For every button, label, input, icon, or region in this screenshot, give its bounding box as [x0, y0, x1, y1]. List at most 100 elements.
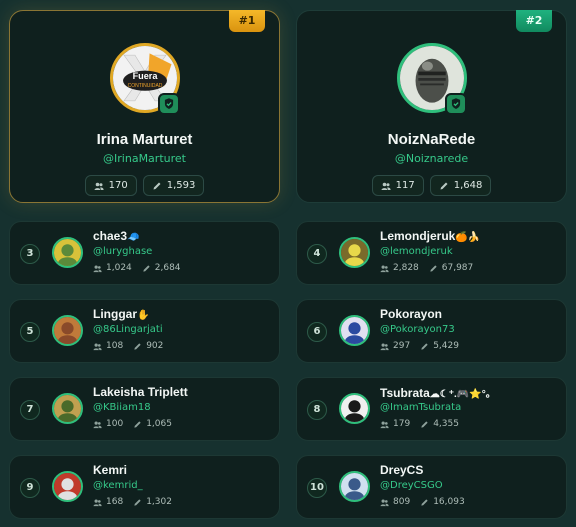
pencil-icon: [421, 498, 428, 506]
user-name-text: chae3: [93, 229, 128, 243]
user-name[interactable]: Linggar✋: [93, 307, 149, 321]
user-name-emoji: ☁☾⁺.🎮⭐°｡: [429, 389, 491, 400]
users-icon: [380, 265, 389, 272]
followers-count: 2,828: [393, 263, 419, 273]
user-name[interactable]: DreyCS: [380, 463, 423, 477]
user-name[interactable]: chae3🧢: [93, 229, 139, 243]
pencil-icon: [143, 264, 150, 272]
avatar-image: [54, 239, 81, 266]
user-name-emoji: ✋: [137, 310, 150, 321]
avatar[interactable]: [52, 237, 83, 268]
posts-stat: 16,093: [420, 497, 465, 507]
user-name[interactable]: Kemri: [93, 463, 127, 477]
users-icon: [94, 182, 104, 190]
followers-stat: 179: [380, 419, 410, 429]
stats-row: 108 902: [93, 341, 163, 351]
user-handle[interactable]: @86Lingarjati: [93, 324, 163, 335]
followers-count: 108: [106, 341, 124, 351]
user-name[interactable]: NoizNaRede: [297, 131, 566, 148]
avatar-image: [54, 395, 81, 422]
rank-number: 6: [307, 322, 327, 342]
user-name-emoji: 🍊🍌: [455, 232, 481, 243]
posts-count: 902: [146, 341, 164, 351]
leaderboard-card-rank-5[interactable]: 5 Linggar✋ @86Lingarjati 108 902: [9, 299, 280, 363]
user-handle[interactable]: @luryghase: [93, 246, 152, 257]
posts-stat: 902: [133, 341, 163, 351]
followers-count: 168: [106, 497, 124, 507]
rank-number: 9: [20, 478, 40, 498]
followers-stat: 297: [380, 341, 410, 351]
avatar-image: [341, 395, 368, 422]
avatar[interactable]: [52, 471, 83, 502]
user-handle[interactable]: @lemondjeruk: [380, 246, 453, 257]
user-handle[interactable]: @KBiiam18: [93, 402, 151, 413]
pencil-icon: [134, 342, 141, 350]
pencil-icon: [421, 342, 428, 350]
user-name[interactable]: Lemondjeruk🍊🍌: [380, 229, 480, 243]
user-handle[interactable]: @Noiznarede: [297, 152, 566, 165]
posts-count: 4,355: [433, 419, 459, 429]
leaderboard-card-rank-6[interactable]: 6 Pokorayon @Pokorayon73 297 5,429: [296, 299, 567, 363]
user-name[interactable]: Pokorayon: [380, 307, 442, 321]
pencil-icon: [430, 264, 437, 272]
users-icon: [380, 421, 389, 428]
posts-count: 2,684: [154, 263, 181, 273]
users-icon: [380, 499, 389, 506]
leaderboard-card-rank-7[interactable]: 7 Lakeisha Triplett @KBiiam18 100 1,065: [9, 377, 280, 441]
avatar[interactable]: [339, 315, 370, 346]
user-name[interactable]: Tsubrata☁☾⁺.🎮⭐°｡: [380, 385, 491, 400]
stats-row: 100 1,065: [93, 419, 172, 429]
rank-number: 3: [20, 244, 40, 264]
leaderboard-card-rank-9[interactable]: 9 Kemri @kemrid_ 168 1,302: [9, 455, 280, 519]
stats-row: 809 16,093: [380, 497, 465, 507]
avatar[interactable]: [52, 315, 83, 346]
leaderboard-card-rank-8[interactable]: 8 Tsubrata☁☾⁺.🎮⭐°｡ @ImamTsubrata 179 4,3…: [296, 377, 567, 441]
leaderboard-card-rank-10[interactable]: 10 DreyCS @DreyCSGO 809 16,093: [296, 455, 567, 519]
followers-count: 100: [106, 419, 124, 429]
rank-number: 8: [307, 400, 327, 420]
stats-row: 2,828 67,987: [380, 263, 473, 273]
pencil-icon: [421, 420, 428, 428]
posts-count: 5,429: [433, 341, 459, 351]
followers-stat: 2,828: [380, 263, 419, 273]
leaderboard-card-rank-4[interactable]: 4 Lemondjeruk🍊🍌 @lemondjeruk 2,828 67,98…: [296, 221, 567, 285]
posts-stat: 4,355: [420, 419, 459, 429]
user-name-text: Linggar: [93, 307, 137, 321]
avatar[interactable]: [339, 471, 370, 502]
posts-stat: 1,593: [142, 175, 205, 196]
avatar-image: [341, 317, 368, 344]
top-card-rank-1[interactable]: #1 Fuera CONTINUIDAD Irina Marturet @Iri…: [9, 10, 280, 203]
followers-count: 1,024: [106, 263, 132, 273]
leaderboard-card-rank-3[interactable]: 3 chae3🧢 @luryghase 1,024 2,684: [9, 221, 280, 285]
rank-number: 7: [20, 400, 40, 420]
user-handle[interactable]: @kemrid_: [93, 480, 143, 491]
user-name-text: Lakeisha Triplett: [93, 385, 188, 399]
user-name[interactable]: Lakeisha Triplett: [93, 385, 188, 399]
posts-count: 1,065: [146, 419, 172, 429]
avatar[interactable]: [52, 393, 83, 424]
user-handle[interactable]: @ImamTsubrata: [380, 402, 461, 413]
users-icon: [93, 343, 102, 350]
user-handle[interactable]: @IrinaMarturet: [10, 152, 279, 165]
users-icon: [380, 343, 389, 350]
rank-number: 5: [20, 322, 40, 342]
pencil-icon: [153, 182, 161, 189]
users-icon: [93, 499, 102, 506]
users-icon: [93, 421, 102, 428]
avatar[interactable]: [339, 393, 370, 424]
top-card-rank-2[interactable]: #2 NoizNaRede @Noiznarede 117 1,648: [296, 10, 567, 203]
avatar[interactable]: [339, 237, 370, 268]
followers-stat: 117: [371, 175, 424, 196]
logo-text-line2: CONTINUIDAD: [127, 83, 162, 89]
followers-stat: 170: [84, 175, 137, 196]
user-handle[interactable]: @Pokorayon73: [380, 324, 455, 335]
user-name[interactable]: Irina Marturet: [10, 131, 279, 148]
posts-stat: 1,302: [133, 497, 172, 507]
followers-stat: 100: [93, 419, 123, 429]
user-name-text: Kemri: [93, 463, 128, 477]
followers-count: 170: [108, 180, 128, 191]
user-handle[interactable]: @DreyCSGO: [380, 480, 443, 491]
verified-shield-icon: [157, 93, 180, 115]
avatar-image: [54, 473, 81, 500]
avatar-image: [54, 317, 81, 344]
